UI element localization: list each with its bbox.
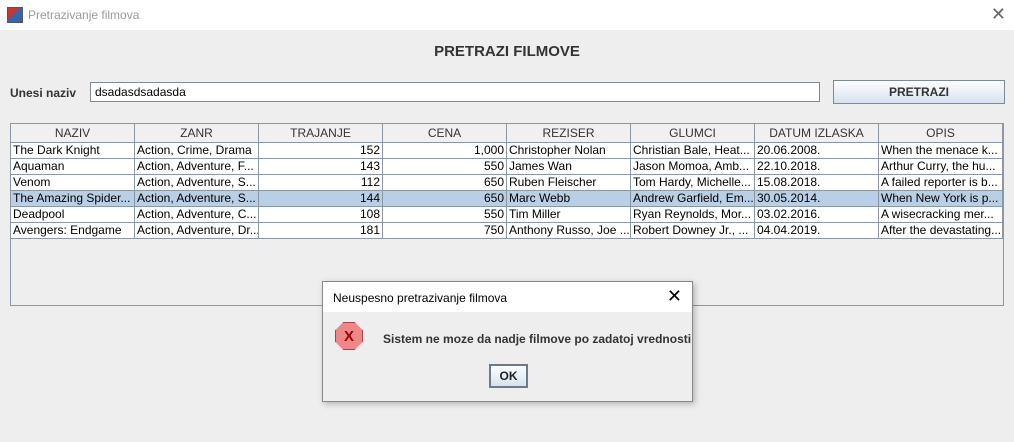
dialog-message: Sistem ne moze da nadje filmove po zadat…	[383, 332, 692, 346]
movies-table[interactable]: NAZIV ZANR TRAJANJE CENA REZISER GLUMCI DATUM …	[10, 123, 1004, 306]
table-cell[interactable]: Action, Adventure, F...	[135, 159, 259, 175]
table-cell[interactable]: 1,000	[383, 143, 507, 159]
column-header[interactable]: DATUM IZLASKA	[755, 124, 879, 142]
dialog-close-button[interactable]: ✕	[667, 286, 682, 307]
table-cell[interactable]: 30.05.2014.	[755, 191, 879, 207]
search-button[interactable]: PRETRAZI	[833, 80, 1005, 104]
table-row[interactable]: The Dark Knight Action, Crime, Drama 152 1,…	[11, 143, 1003, 159]
table-cell[interactable]: 20.06.2008.	[755, 143, 879, 159]
java-app-icon	[7, 7, 23, 23]
column-header[interactable]: ZANR	[135, 124, 259, 142]
table-row[interactable]: Avengers: Endgame Action, Adventure, Dr..…	[11, 223, 1003, 239]
search-input[interactable]	[90, 82, 820, 102]
page-title: PRETRAZI FILMOVE	[434, 43, 580, 60]
table-cell[interactable]: Ruben Fleischer	[507, 175, 631, 191]
table-cell[interactable]: Avengers: Endgame	[11, 223, 135, 239]
search-label: Unesi naziv	[10, 86, 77, 100]
table-cell[interactable]: Robert Downey Jr., ...	[631, 223, 755, 239]
table-cell[interactable]: 15.08.2018.	[755, 175, 879, 191]
table-cell[interactable]: 112	[259, 175, 383, 191]
table-cell[interactable]: 650	[383, 191, 507, 207]
table-cell[interactable]: The Amazing Spider...	[11, 191, 135, 207]
table-cell[interactable]: The Dark Knight	[11, 143, 135, 159]
dialog-title: Neuspesno pretrazivanje filmova	[323, 282, 692, 312]
table-cell[interactable]: Venom	[11, 175, 135, 191]
table-row[interactable]: Venom Action, Adventure, S... 112 650 Ruben …	[11, 175, 1003, 191]
table-cell[interactable]: Action, Adventure, Dr...	[135, 223, 259, 239]
table-row[interactable]: The Amazing Spider... Action, Adventure, …	[11, 191, 1003, 207]
table-cell[interactable]: 550	[383, 159, 507, 175]
table-cell[interactable]: A failed reporter is b...	[879, 175, 1003, 191]
table-cell[interactable]: 04.04.2019.	[755, 223, 879, 239]
table-cell[interactable]: Action, Crime, Drama	[135, 143, 259, 159]
table-cell[interactable]: 143	[259, 159, 383, 175]
column-header[interactable]: OPIS	[879, 124, 1003, 142]
error-icon: X	[335, 322, 363, 350]
table-cell[interactable]: When New York is p...	[879, 191, 1003, 207]
table-cell[interactable]: A wisecracking mer...	[879, 207, 1003, 223]
column-header[interactable]: CENA	[383, 124, 507, 142]
column-header[interactable]: GLUMCI	[631, 124, 755, 142]
table-cell[interactable]: Aquaman	[11, 159, 135, 175]
table-cell[interactable]: Action, Adventure, C...	[135, 207, 259, 223]
table-cell[interactable]: Jason Momoa, Amb...	[631, 159, 755, 175]
table-cell[interactable]: 550	[383, 207, 507, 223]
table-cell[interactable]: Anthony Russo, Joe ...	[507, 223, 631, 239]
table-row[interactable]: Aquaman Action, Adventure, F... 143 550 Jame…	[11, 159, 1003, 175]
table-cell[interactable]: 108	[259, 207, 383, 223]
table-header: NAZIV ZANR TRAJANJE CENA REZISER GLUMCI DATUM …	[11, 124, 1003, 143]
table-cell[interactable]: 650	[383, 175, 507, 191]
table-cell[interactable]: 03.02.2016.	[755, 207, 879, 223]
column-header[interactable]: REZISER	[507, 124, 631, 142]
error-dialog: Neuspesno pretrazivanje filmova ✕ X Sist…	[322, 281, 693, 402]
table-cell[interactable]: 144	[259, 191, 383, 207]
column-header[interactable]: TRAJANJE	[259, 124, 383, 142]
table-row[interactable]: Deadpool Action, Adventure, C... 108 550 Tim…	[11, 207, 1003, 223]
window-close-button[interactable]: ✕	[991, 4, 1006, 25]
table-cell[interactable]: Arthur Curry, the hu...	[879, 159, 1003, 175]
table-cell[interactable]: James Wan	[507, 159, 631, 175]
column-header[interactable]: NAZIV	[11, 124, 135, 142]
table-cell[interactable]: Tim Miller	[507, 207, 631, 223]
table-cell[interactable]: 750	[383, 223, 507, 239]
table-body: The Dark Knight Action, Crime, Drama 152 1,…	[11, 143, 1003, 239]
table-cell[interactable]: Andrew Garfield, Em...	[631, 191, 755, 207]
table-cell[interactable]: Ryan Reynolds, Mor...	[631, 207, 755, 223]
ok-button[interactable]: OK	[489, 364, 528, 388]
title-bar: Pretrazivanje filmova ✕	[0, 0, 1014, 30]
table-cell[interactable]: Deadpool	[11, 207, 135, 223]
window-title: Pretrazivanje filmova	[28, 8, 140, 22]
table-cell[interactable]: Action, Adventure, S...	[135, 191, 259, 207]
table-cell[interactable]: 152	[259, 143, 383, 159]
table-cell[interactable]: Tom Hardy, Michelle...	[631, 175, 755, 191]
table-cell[interactable]: Action, Adventure, S...	[135, 175, 259, 191]
table-cell[interactable]: When the menace k...	[879, 143, 1003, 159]
table-cell[interactable]: After the devastating...	[879, 223, 1003, 239]
table-cell[interactable]: Christopher Nolan	[507, 143, 631, 159]
table-cell[interactable]: 181	[259, 223, 383, 239]
table-cell[interactable]: Marc Webb	[507, 191, 631, 207]
table-cell[interactable]: Christian Bale, Heat...	[631, 143, 755, 159]
table-cell[interactable]: 22.10.2018.	[755, 159, 879, 175]
